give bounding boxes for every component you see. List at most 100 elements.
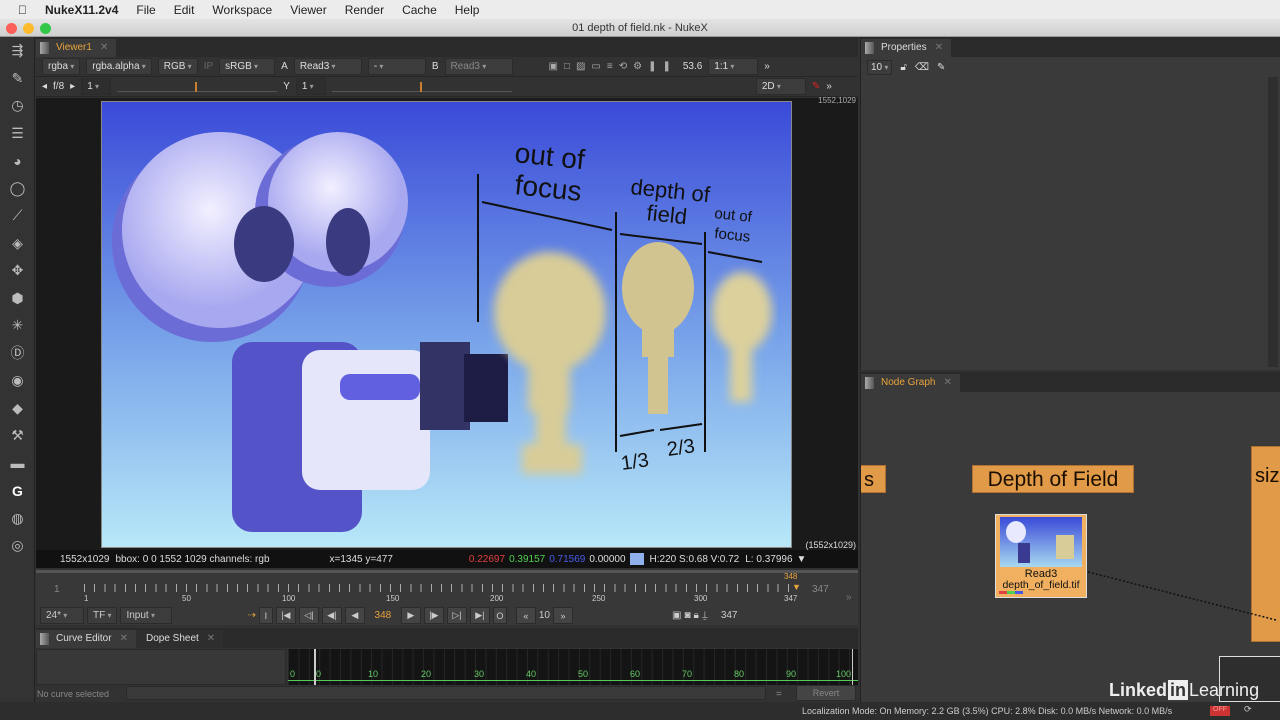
expand-icon[interactable]: » — [764, 61, 770, 72]
merge-icon[interactable]: ◈ — [0, 230, 35, 258]
3d-icon[interactable]: ⬢ — [0, 285, 35, 313]
ratio-dropdown[interactable]: 1:1 — [708, 58, 759, 75]
flipbook-icon[interactable]: ▣ — [672, 610, 681, 621]
expression-field[interactable] — [126, 686, 766, 700]
particles-icon[interactable]: ✳ — [0, 312, 35, 340]
ip-button[interactable]: IP — [204, 61, 213, 72]
zero-button[interactable]: O — [492, 607, 507, 624]
channels-dropdown[interactable]: rgba — [42, 58, 81, 75]
channel-icon[interactable]: ☰ — [0, 120, 35, 148]
increment-field[interactable]: 10 — [539, 610, 550, 621]
paint-brush-icon[interactable]: ✎ — [812, 81, 820, 92]
deep-icon[interactable]: Ⓓ — [0, 340, 35, 368]
frame-slider[interactable]: 1 50 100 150 200 250 300 347 348 ▼ — [84, 572, 801, 606]
tab-properties[interactable]: Properties ✕ — [861, 39, 951, 57]
properties-scrollbar[interactable] — [1268, 77, 1278, 367]
play-forward-button[interactable]: ▶ — [400, 607, 421, 624]
tf-dropdown[interactable]: TF — [87, 607, 118, 624]
edit-icon[interactable]: ✎ — [937, 62, 945, 73]
viewer-canvas[interactable]: 1552,1029 out of focus depth of field ou… — [36, 96, 858, 550]
fstop-right-arrow[interactable]: ▸ — [70, 81, 75, 92]
menu-edit[interactable]: Edit — [174, 3, 195, 17]
zoom-value[interactable]: 53.6 — [683, 61, 702, 72]
fps-dropdown[interactable]: 24* — [40, 607, 84, 624]
close-tab-icon[interactable]: ✕ — [120, 633, 128, 644]
lock-icon[interactable]: 🔓︎ — [900, 62, 906, 73]
read3-node[interactable]: Read3 depth_of_field.tif — [995, 514, 1087, 598]
metadata-icon[interactable]: ◆ — [0, 395, 35, 423]
panel-grip[interactable] — [40, 633, 49, 645]
draw-icon[interactable]: ◯ — [0, 175, 35, 203]
toolsets-wrench-icon[interactable]: ⚒ — [0, 422, 35, 450]
timeline-end-field[interactable]: 347 — [812, 584, 829, 595]
next-keyframe-button[interactable]: ▷| — [446, 607, 467, 624]
view-mode-dropdown[interactable]: 2D — [755, 78, 806, 95]
node-graph-panel[interactable]: Node Graph ✕ s Depth of Field siz 1 Read3… — [860, 372, 1280, 702]
step-forward-button[interactable]: |▶ — [423, 607, 444, 624]
alpha-channel-dropdown[interactable]: rgba.alpha — [86, 58, 152, 75]
revert-button[interactable]: Revert — [796, 685, 856, 701]
playback-i-button[interactable]: I — [258, 607, 273, 624]
timeline-start-field[interactable]: 1 — [54, 584, 60, 595]
last-frame-button[interactable]: ▶| — [469, 607, 490, 624]
other-icon[interactable]: ▬ — [0, 450, 35, 478]
tab-dope-sheet[interactable]: Dope Sheet ✕ — [135, 630, 224, 648]
curve-graph[interactable]: 0 0 10 20 30 40 50 60 70 80 90 100 — [288, 649, 858, 685]
prev-keyframe-button[interactable]: ◁| — [298, 607, 319, 624]
menu-cache[interactable]: Cache — [402, 3, 437, 17]
panel-grip[interactable] — [865, 42, 874, 54]
gain-slider[interactable] — [117, 81, 278, 92]
menu-render[interactable]: Render — [345, 3, 384, 17]
apple-icon[interactable]:  — [18, 3, 27, 17]
first-frame-button[interactable]: |◀ — [275, 607, 296, 624]
range-dropdown[interactable]: Input — [120, 607, 173, 624]
keyer-icon[interactable]: ⟋ — [0, 202, 35, 230]
in-out-icon[interactable]: ⇢ — [247, 610, 255, 621]
current-frame-field[interactable]: 348 — [368, 610, 398, 621]
timeline-scrollbar[interactable] — [36, 570, 858, 573]
menu-help[interactable]: Help — [455, 3, 480, 17]
gamma-slider[interactable] — [331, 81, 512, 92]
tab-curve-editor[interactable]: Curve Editor ✕ — [36, 630, 136, 648]
app-menu[interactable]: NukeX11.2v4 — [45, 3, 118, 17]
time-icon[interactable]: ◷ — [0, 92, 35, 120]
gain-field[interactable]: 1 — [81, 78, 112, 95]
skip-back-button[interactable]: « — [515, 607, 536, 624]
close-tab-icon[interactable]: ✕ — [207, 633, 215, 644]
transform-icon[interactable]: ✥ — [0, 257, 35, 285]
play-backward-button[interactable]: ◀ — [344, 607, 365, 624]
close-tab-icon[interactable]: ✕ — [100, 42, 108, 53]
toolsets-icon[interactable]: ⇶ — [0, 37, 35, 65]
tab-viewer1[interactable]: Viewer1 ✕ — [36, 39, 117, 57]
viewer-option-icons[interactable]: ▣□▨▭≡⟲⚙❚❚ — [549, 61, 677, 72]
close-tab-icon[interactable]: ✕ — [935, 42, 943, 53]
a-input-dropdown[interactable]: Read3 — [293, 58, 362, 75]
menu-file[interactable]: File — [136, 3, 155, 17]
furnace-icon[interactable]: ◍ — [0, 505, 35, 533]
info-dropdown-icon[interactable]: ▼ — [797, 554, 807, 565]
localization-off-badge[interactable]: OFF — [1210, 706, 1230, 716]
clear-panels-icon[interactable]: ⌫ — [915, 62, 929, 73]
fstop-left-arrow[interactable]: ◂ — [42, 81, 47, 92]
expand-icon-3[interactable]: » — [846, 592, 852, 603]
ofx-icon[interactable]: ◎ — [0, 532, 35, 560]
step-back-button[interactable]: ◀| — [321, 607, 342, 624]
views-icon[interactable]: ◉ — [0, 367, 35, 395]
lock-icon[interactable]: 🔒︎ — [693, 610, 698, 621]
refresh-icon[interactable]: ⟳ — [1244, 704, 1252, 715]
max-panels-field[interactable]: 10 — [867, 59, 893, 75]
render-icon[interactable]: ◙ — [684, 610, 690, 621]
skip-forward-button[interactable]: » — [552, 607, 573, 624]
menu-workspace[interactable]: Workspace — [212, 3, 272, 17]
end-frame-field[interactable]: 347 — [721, 610, 738, 621]
b-input-dropdown[interactable]: Read3 — [444, 58, 513, 75]
compare-op-dropdown[interactable]: - — [367, 58, 426, 75]
fstop-value[interactable]: f/8 — [53, 81, 64, 92]
playback-mode-icon[interactable]: ⍊ — [702, 610, 708, 621]
menu-viewer[interactable]: Viewer — [290, 3, 326, 17]
lut-dropdown[interactable]: sRGB — [219, 58, 276, 75]
display-channels-dropdown[interactable]: RGB — [157, 58, 198, 75]
curve-list[interactable] — [36, 649, 286, 685]
gizmo-icon[interactable]: G — [0, 477, 35, 505]
gamma-field[interactable]: 1 — [295, 78, 326, 95]
